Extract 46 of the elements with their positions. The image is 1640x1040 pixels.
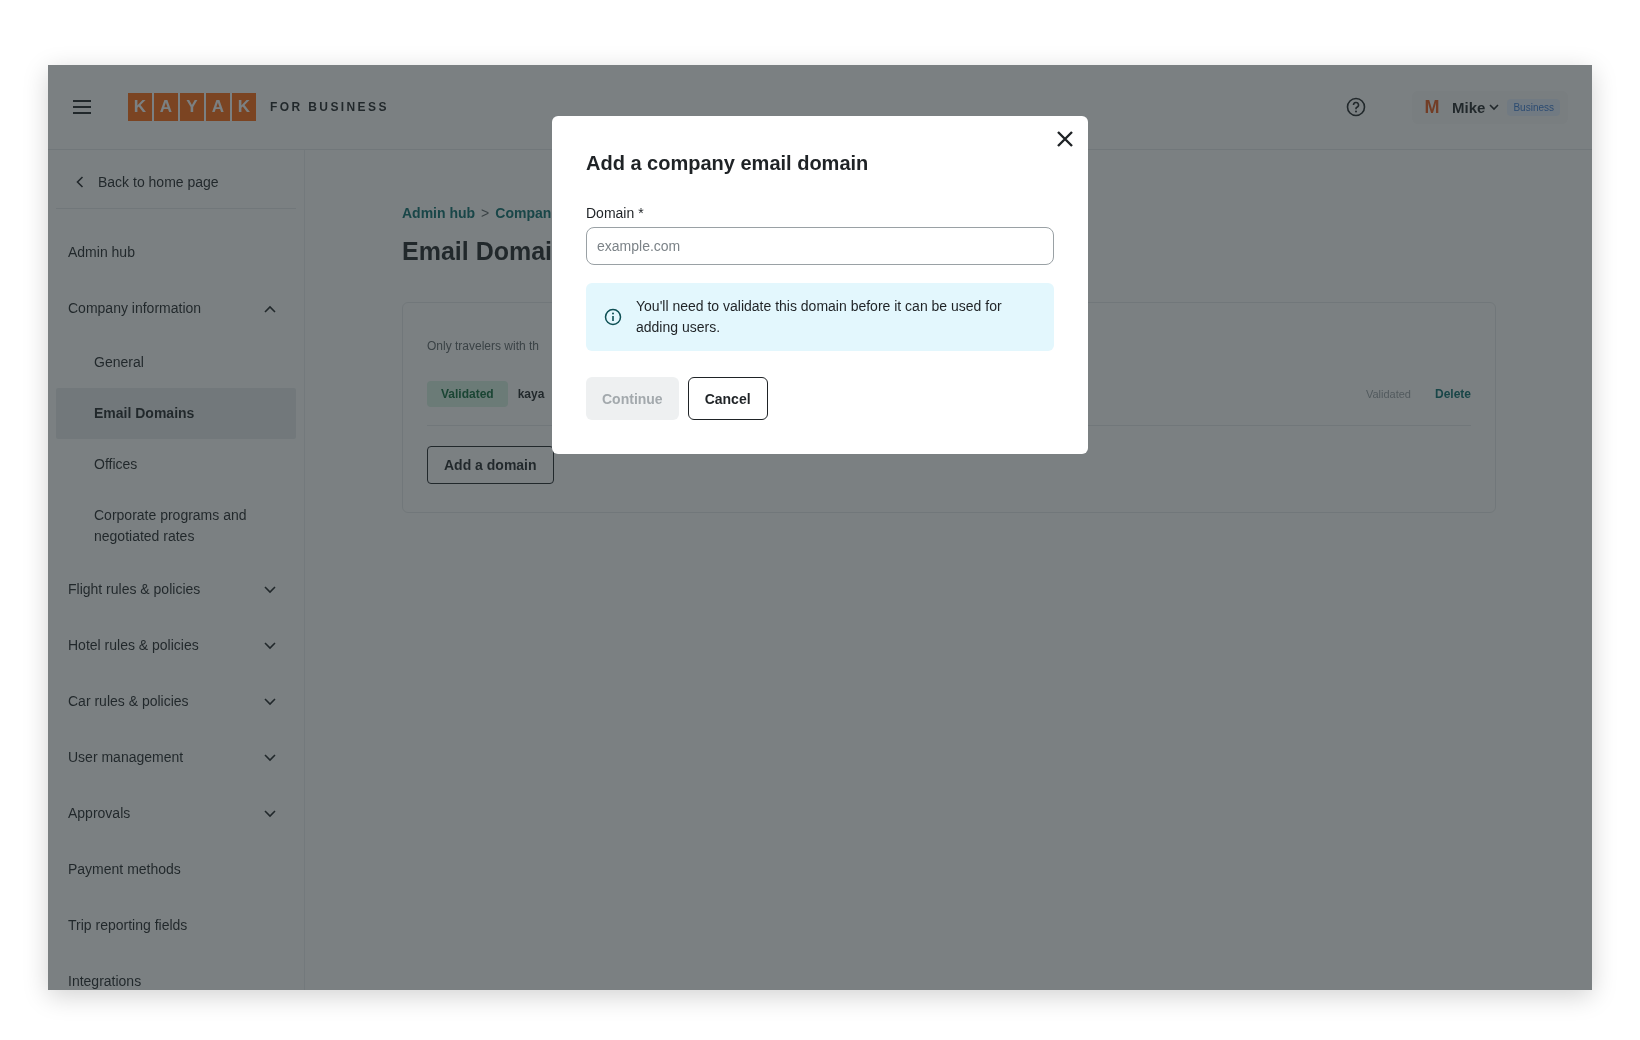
sidebar-item[interactable]: Approvals — [56, 786, 296, 842]
sidebar-item[interactable]: Trip reporting fields — [56, 898, 296, 954]
chevron-down-icon — [264, 641, 276, 650]
info-icon — [604, 308, 622, 326]
status-badge: Validated — [427, 381, 508, 407]
sidebar-item[interactable]: Admin hub — [56, 225, 296, 281]
chevron-up-icon — [264, 304, 276, 313]
breadcrumb-link[interactable]: Compan — [495, 205, 552, 221]
page-title: Email Domai — [402, 237, 553, 266]
back-link[interactable]: Back to home page — [56, 150, 296, 209]
chevron-down-icon — [264, 697, 276, 706]
logo-tagline: FOR BUSINESS — [270, 100, 389, 114]
chevron-left-icon — [76, 176, 84, 188]
user-menu-button[interactable]: Mike — [1452, 98, 1500, 116]
delete-link[interactable]: Delete — [1434, 387, 1471, 401]
close-button[interactable] — [1056, 130, 1074, 148]
avatar: M — [1423, 96, 1441, 118]
card-description: Only travelers with th — [427, 339, 540, 353]
domain-name: kaya — [517, 387, 545, 401]
field-label: Domain * — [586, 205, 645, 221]
sidebar-item[interactable]: Hotel rules & policies — [56, 618, 296, 674]
modal-title: Add a company email domain — [586, 152, 870, 175]
menu-button[interactable] — [72, 100, 92, 114]
chevron-down-icon — [1489, 103, 1500, 111]
sidebar-subitem[interactable]: General — [56, 337, 296, 388]
breadcrumb-link[interactable]: Admin hub — [402, 205, 476, 221]
info-text: You'll need to validate this domain before it can be used for adding users. — [636, 297, 1003, 337]
logo[interactable]: K A Y A K — [128, 93, 256, 121]
chevron-down-icon — [264, 809, 276, 818]
help-button[interactable] — [1346, 97, 1367, 117]
add-domain-button[interactable]: Add a domain — [427, 446, 554, 484]
sidebar-item[interactable]: Flight rules & policies — [56, 562, 296, 618]
chevron-down-icon — [264, 585, 276, 594]
breadcrumb-separator: > — [481, 205, 490, 221]
sidebar-subitem[interactable]: Offices — [56, 439, 296, 490]
chevron-down-icon — [264, 753, 276, 762]
sidebar-subitem[interactable]: Email Domains — [56, 388, 296, 439]
sidebar-item[interactable]: Company information — [56, 281, 296, 337]
sidebar-item[interactable]: Integrations — [56, 954, 296, 990]
sidebar-item[interactable]: User management — [56, 730, 296, 786]
account-badge: Business — [1507, 98, 1560, 116]
sidebar-item[interactable]: Car rules & policies — [56, 674, 296, 730]
domain-input-field[interactable]: example.com — [586, 227, 1054, 265]
sidebar-item[interactable]: Payment methods — [56, 842, 296, 898]
cancel-button[interactable]: Cancel — [687, 377, 768, 420]
sidebar-subitem[interactable]: Corporate programs and negotiated rates — [56, 490, 296, 562]
